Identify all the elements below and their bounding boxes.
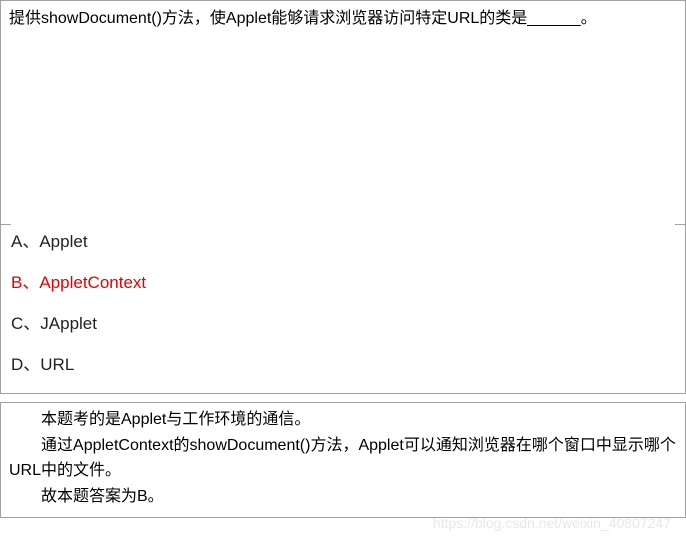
option-c[interactable]: C、JApplet [11,301,675,342]
option-letter: C、 [11,314,40,333]
answers-panel: A、Applet B、AppletContext C、JApplet D、URL [0,224,686,394]
option-text: Applet [39,232,87,251]
question-panel: 提供showDocument()方法，使Applet能够请求浏览器访问特定URL… [0,0,686,225]
option-letter: B、 [11,273,39,292]
option-text: URL [40,355,74,374]
option-a[interactable]: A、Applet [11,224,675,260]
option-text: JApplet [40,314,97,333]
option-b[interactable]: B、AppletContext [11,260,675,301]
explanation-panel: 本题考的是Applet与工作环境的通信。 通过AppletContext的sho… [0,402,686,518]
panel-gap [0,394,686,402]
option-letter: A、 [11,232,39,251]
explanation-line-1: 本题考的是Applet与工作环境的通信。 [9,407,677,433]
option-letter: D、 [11,355,40,374]
option-d[interactable]: D、URL [11,342,675,383]
explanation-line-2: 通过AppletContext的showDocument()方法，Applet可… [9,433,677,484]
explanation-line-3: 故本题答案为B。 [9,484,677,510]
question-text: 提供showDocument()方法，使Applet能够请求浏览器访问特定URL… [9,10,597,27]
option-text: AppletContext [39,273,146,292]
